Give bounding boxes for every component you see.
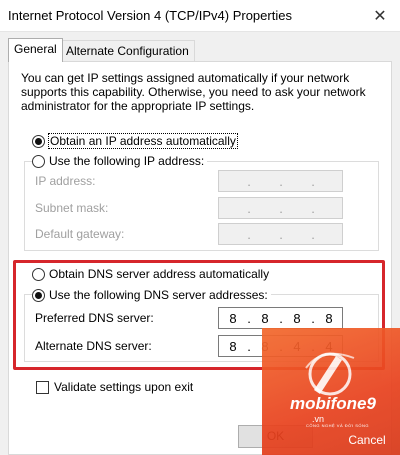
mobifone-watermark: mobifone9 .vn CÔNG NGHỆ VÀ ĐỜI SỐNG Canc… — [262, 328, 400, 455]
default-gateway-input[interactable]: . . . — [218, 223, 343, 245]
subnet-mask-input[interactable]: . . . — [218, 197, 343, 219]
tab-alternate-configuration[interactable]: Alternate Configuration — [60, 40, 195, 61]
subnet-mask-row: Subnet mask: . . . — [25, 197, 378, 219]
radio-icon — [32, 154, 45, 168]
ip-manual-radio[interactable]: Use the following IP address: — [32, 154, 208, 168]
ip-address-label: IP address: — [35, 174, 96, 188]
description-text: You can get IP settings assigned automat… — [21, 71, 366, 113]
watermark-tagline: CÔNG NGHỆ VÀ ĐỜI SỐNG — [306, 423, 370, 428]
radio-icon — [32, 134, 45, 148]
default-gateway-row: Default gateway: . . . — [25, 223, 378, 245]
tab-general[interactable]: General — [8, 38, 63, 62]
ip-group: IP address: . . . Subnet mask: . . . Def… — [24, 161, 379, 251]
close-icon[interactable]: ✕ — [360, 0, 400, 32]
default-gateway-label: Default gateway: — [35, 227, 125, 241]
window-title: Internet Protocol Version 4 (TCP/IPv4) P… — [8, 8, 292, 23]
ip-auto-radio[interactable]: Obtain an IP address automatically — [32, 133, 238, 149]
subnet-mask-label: Subnet mask: — [35, 201, 109, 215]
ip-address-row: IP address: . . . — [25, 170, 378, 192]
watermark-brand: mobifone9 — [290, 394, 376, 413]
ip-address-input[interactable]: . . . — [218, 170, 343, 192]
ip-manual-label: Use the following IP address: — [49, 154, 205, 168]
ip-auto-label: Obtain an IP address automatically — [48, 133, 238, 149]
validate-label: Validate settings upon exit — [54, 380, 194, 394]
validate-checkbox[interactable]: Validate settings upon exit — [36, 380, 193, 394]
title-bar: Internet Protocol Version 4 (TCP/IPv4) P… — [0, 0, 400, 32]
cancel-button[interactable]: Cancel — [337, 430, 397, 450]
checkbox-icon — [36, 380, 49, 394]
